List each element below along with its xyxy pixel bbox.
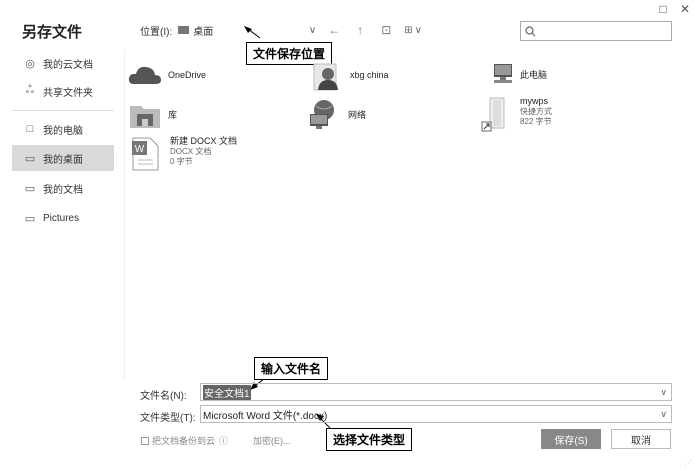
svg-text:W: W <box>135 144 145 155</box>
monitor-icon: □ <box>26 123 34 135</box>
sidebar-item-label: 我的电脑 <box>43 125 83 137</box>
file-name: xbg china <box>350 70 389 80</box>
sidebar-item-label: Pictures <box>43 212 80 224</box>
save-button[interactable]: 保存(S) <box>541 429 601 449</box>
file-item-this-pc[interactable]: 此电脑 <box>480 60 547 92</box>
sidebar-item-my-desktop[interactable]: ▭ 我的桌面 <box>12 145 114 171</box>
file-item-user-folder[interactable]: xbg china <box>310 60 389 92</box>
annotation-filetype: 选择文件类型 <box>326 428 413 451</box>
desktop-icon: ▭ <box>24 152 36 165</box>
file-item-network[interactable]: 网络 <box>308 98 366 130</box>
file-name: OneDrive <box>168 70 207 80</box>
word-document-icon: W <box>130 136 164 171</box>
sidebar-item-label: 我的桌面 <box>43 154 83 166</box>
share-icon: ஃ <box>25 84 35 96</box>
file-name: mywps <box>520 96 549 106</box>
filetype-label: 文件类型(T): <box>140 413 196 424</box>
file-item-mywps[interactable]: mywps 快捷方式 822 字节 <box>480 96 552 132</box>
backup-label: 把文档备份到云 <box>152 436 216 446</box>
sidebar-item-cloud-docs[interactable]: ◎ 我的云文档 <box>12 50 114 76</box>
checkbox-box <box>141 436 149 445</box>
shortcut-folder-icon <box>480 96 514 132</box>
filename-input[interactable]: 安全文档1 ∨ <box>200 383 672 401</box>
file-item-new-docx[interactable]: W 新建 DOCX 文档 DOCX 文档 0 字节 <box>130 136 238 171</box>
sidebar-item-label: 共享文件夹 <box>43 87 93 99</box>
file-item-onedrive[interactable]: OneDrive <box>128 62 206 94</box>
sidebar-divider <box>12 110 114 111</box>
file-name: 此电脑 <box>520 70 548 80</box>
filetype-select[interactable]: Microsoft Word 文件(*.docx) ∨ <box>200 405 672 423</box>
sidebar-item-label: 我的云文档 <box>43 59 93 71</box>
filename-label: 文件名(N): <box>140 391 187 402</box>
chevron-down-icon: ∨ <box>660 408 667 419</box>
sidebar-item-label: 我的文档 <box>43 184 83 196</box>
filename-value: 安全文档1 <box>203 384 251 400</box>
chevron-down-icon[interactable]: ∨ <box>660 387 667 398</box>
file-size: 822 字节 <box>520 117 552 126</box>
cloud-icon <box>128 62 162 94</box>
file-type: DOCX 文档 <box>170 147 212 156</box>
filetype-value: Microsoft Word 文件(*.docx) <box>203 410 328 422</box>
backup-to-cloud-checkbox[interactable]: 把文档备份到云 ⓘ <box>141 434 228 447</box>
sidebar-edge <box>124 50 125 380</box>
annotation-filename: 输入文件名 <box>254 357 329 380</box>
sidebar-item-shared-folder[interactable]: ஃ 共享文件夹 <box>12 78 114 104</box>
file-name: 网络 <box>348 110 367 120</box>
resize-grip-icon[interactable]: ⋰ <box>684 459 692 468</box>
file-size: 0 字节 <box>170 157 193 166</box>
file-name: 库 <box>168 110 178 120</box>
encrypt-button[interactable]: 加密(E)... <box>253 434 291 447</box>
sidebar-item-my-computer[interactable]: □ 我的电脑 <box>12 116 114 142</box>
sidebar-item-my-documents[interactable]: ▭ 我的文档 <box>12 175 114 201</box>
folder-icon: ▭ <box>24 182 36 195</box>
network-icon <box>308 98 342 130</box>
computer-icon <box>480 60 514 92</box>
file-name: 新建 DOCX 文档 <box>170 136 238 146</box>
folder-icon: ▭ <box>24 212 36 225</box>
user-icon <box>310 60 344 92</box>
library-folder-icon <box>128 100 162 132</box>
cloud-icon: ◎ <box>25 57 35 70</box>
info-icon[interactable]: ⓘ <box>219 434 228 447</box>
sidebar-item-pictures[interactable]: ▭ Pictures <box>12 205 114 231</box>
file-type: 快捷方式 <box>520 107 552 116</box>
cancel-button[interactable]: 取消 <box>611 429 671 449</box>
file-item-library[interactable]: 库 <box>128 100 177 132</box>
